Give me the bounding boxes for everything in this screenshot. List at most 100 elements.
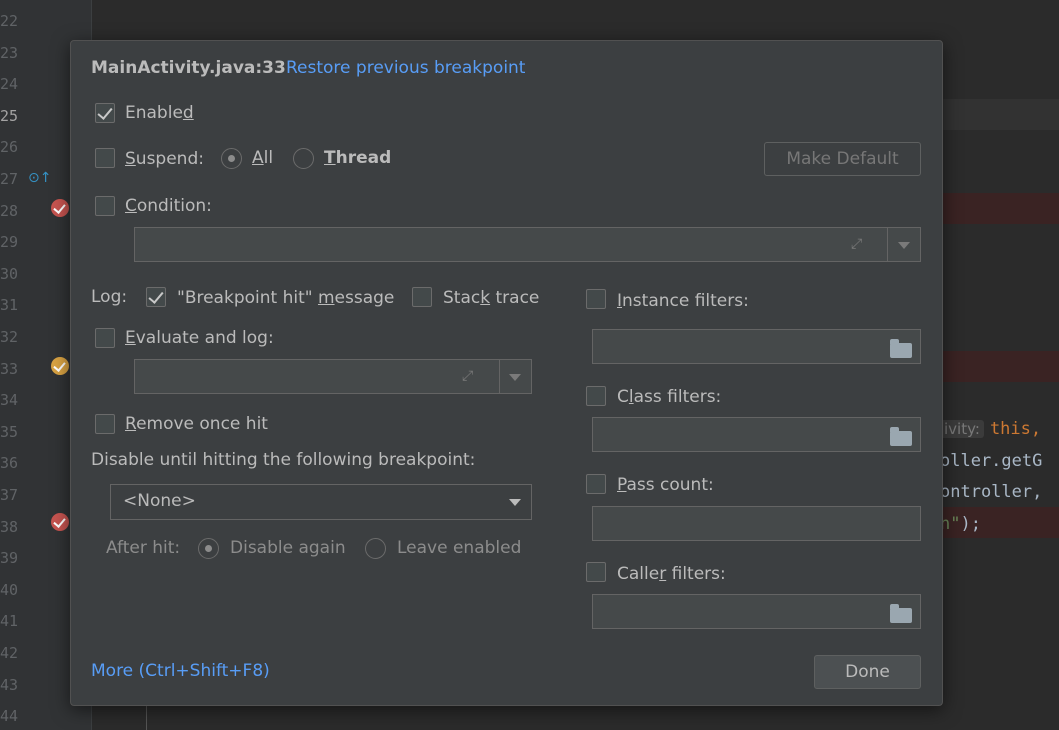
enabled-label[interactable]: Enabled	[125, 103, 194, 123]
line-number: 36	[0, 454, 19, 473]
chevron-down-icon[interactable]	[898, 242, 910, 249]
condition-checkbox[interactable]	[95, 196, 115, 216]
line-number: 29	[0, 233, 19, 252]
override-method-icon[interactable]: ⊙↑	[28, 170, 51, 186]
instance-filters-input[interactable]	[592, 329, 921, 364]
line-number: 22	[0, 12, 19, 30]
label-text: hread	[335, 148, 392, 168]
expand-icon[interactable]: ⤢	[462, 368, 473, 384]
code-token: ontroller,	[940, 482, 1043, 502]
label-text: uspend:	[135, 149, 204, 169]
instance-filters-label[interactable]: Instance filters:	[617, 291, 749, 311]
mnemonic-letter: E	[125, 328, 136, 348]
caller-filters-label[interactable]: Caller filters:	[617, 564, 726, 584]
line-number: 38	[0, 517, 19, 536]
line-number: 33	[0, 359, 19, 378]
code-string: n"	[940, 514, 961, 534]
caller-filters-input[interactable]	[592, 594, 921, 629]
pass-count-label[interactable]: Pass count:	[617, 475, 714, 495]
chevron-down-icon[interactable]	[509, 499, 521, 506]
label-text: emove once hit	[136, 414, 268, 434]
restore-previous-breakpoint-link[interactable]: Restore previous breakpoint	[286, 58, 525, 78]
line-number: 28	[0, 201, 19, 220]
code-line-36: oller.getG	[940, 451, 1042, 471]
enabled-checkbox[interactable]	[95, 103, 115, 123]
mnemonic-letter: R	[125, 414, 137, 434]
breakpoint-icon[interactable]	[51, 199, 69, 217]
line-number: 34	[0, 391, 19, 410]
folder-icon[interactable]	[890, 427, 912, 446]
line-number: 27	[0, 170, 19, 188]
label-text: ass count:	[626, 475, 714, 495]
label-text: valuate and log:	[135, 328, 274, 348]
class-filters-label[interactable]: Class filters:	[617, 387, 721, 407]
mnemonic-letter: C	[125, 196, 137, 216]
more-link[interactable]: More (Ctrl+Shift+F8)	[91, 661, 270, 681]
line-number: 23	[0, 43, 19, 62]
label-text: ll	[263, 148, 274, 168]
pass-count-input[interactable]	[592, 506, 921, 541]
class-filters-input[interactable]	[592, 417, 921, 452]
breakpoint-hit-message-label[interactable]: "Breakpoint hit" message	[177, 288, 394, 308]
folder-icon[interactable]	[890, 604, 912, 623]
stack-trace-checkbox[interactable]	[412, 287, 432, 307]
line-number: 40	[0, 580, 19, 599]
remove-once-hit-checkbox[interactable]	[95, 414, 115, 434]
code-token: oller.getG	[940, 451, 1043, 471]
leave-enabled-label[interactable]: Leave enabled	[397, 538, 521, 558]
make-default-button[interactable]: Make Default	[764, 142, 921, 176]
suspend-all-radio[interactable]	[221, 148, 242, 169]
conditional-breakpoint-icon[interactable]	[51, 357, 69, 375]
class-filters-checkbox[interactable]	[586, 386, 606, 406]
evaluate-and-log-checkbox[interactable]	[95, 328, 115, 348]
chevron-down-icon[interactable]	[509, 374, 521, 381]
disable-until-breakpoint-select[interactable]: <None>	[110, 484, 532, 520]
mnemonic-letter: T	[324, 148, 336, 168]
label-text: filters:	[666, 564, 726, 584]
mnemonic-letter: k	[480, 288, 491, 308]
breakpoint-icon[interactable]	[51, 513, 69, 531]
label-text: Enable	[125, 103, 183, 123]
code-line-37: ontroller,	[940, 482, 1042, 502]
label-text: "Breakpoint hit"	[177, 288, 318, 308]
code-token: );	[960, 514, 981, 534]
label-text: C	[617, 387, 629, 407]
line-number: 25	[0, 106, 19, 125]
done-button[interactable]: Done	[814, 655, 921, 689]
dropdown-divider	[499, 360, 500, 393]
condition-input[interactable]: ⤢	[134, 227, 921, 262]
suspend-thread-radio[interactable]	[293, 148, 314, 169]
stack-trace-label[interactable]: Stack trace	[443, 288, 539, 308]
line-number: 41	[0, 612, 19, 631]
expand-icon[interactable]: ⤢	[851, 236, 862, 252]
label-text: nstance filters:	[622, 291, 749, 311]
line-number: 35	[0, 422, 19, 441]
remove-once-hit-label[interactable]: Remove once hit	[125, 414, 268, 434]
instance-filters-checkbox[interactable]	[586, 289, 606, 309]
pass-count-checkbox[interactable]	[586, 474, 606, 494]
folder-icon[interactable]	[890, 339, 912, 358]
mnemonic-letter: S	[125, 149, 136, 169]
line-number: 32	[0, 328, 19, 346]
leave-enabled-radio[interactable]	[365, 538, 386, 559]
caller-filters-checkbox[interactable]	[586, 562, 606, 582]
dropdown-divider	[887, 228, 888, 261]
suspend-label[interactable]: Suspend:	[125, 149, 204, 169]
breakpoint-hit-message-checkbox[interactable]	[146, 287, 166, 307]
suspend-all-label[interactable]: All	[252, 148, 273, 168]
line-number: 43	[0, 675, 19, 694]
breakpoint-properties-dialog: MainActivity.java:33 Restore previous br…	[70, 40, 943, 706]
suspend-checkbox[interactable]	[95, 148, 115, 168]
disable-again-radio[interactable]	[198, 538, 219, 559]
suspend-thread-label[interactable]: Thread	[324, 148, 391, 168]
evaluate-and-log-input[interactable]: ⤢	[134, 359, 532, 394]
condition-label[interactable]: Condition:	[125, 196, 212, 216]
disable-again-label[interactable]: Disable again	[230, 538, 346, 558]
evaluate-and-log-label[interactable]: Evaluate and log:	[125, 328, 274, 348]
label-text: Stac	[443, 288, 481, 308]
label-text: ass filters:	[633, 387, 722, 407]
label-text: ondition:	[136, 196, 212, 216]
code-line-35: ivity: this,	[940, 419, 1041, 439]
label-text: essage	[334, 288, 395, 308]
label-text: trace	[490, 288, 540, 308]
